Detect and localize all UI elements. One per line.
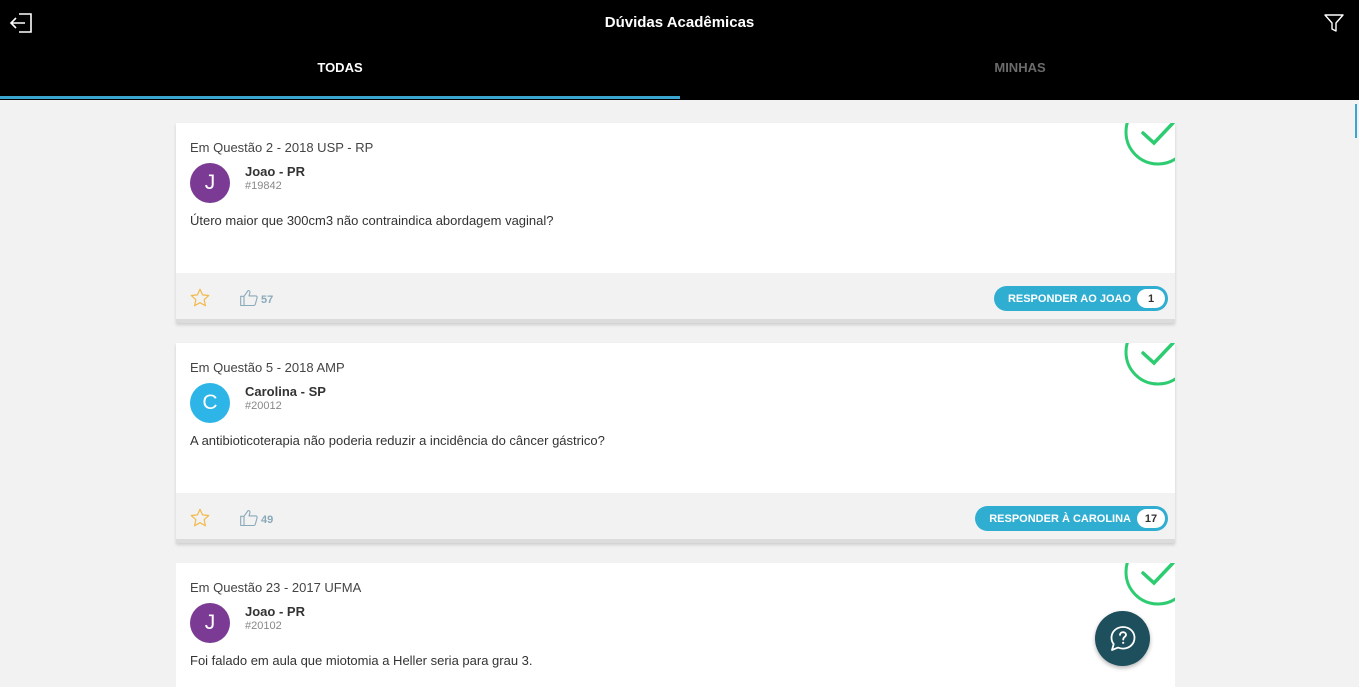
question-bubble-icon	[1110, 625, 1135, 651]
check-icon	[1124, 563, 1175, 606]
scrollbar[interactable]	[1355, 104, 1357, 138]
question-card: Em Questão 23 - 2017 UFMA J Joao - PR #2…	[176, 563, 1175, 687]
question-source[interactable]: Em Questão 5 - 2018 AMP	[190, 360, 345, 375]
question-card: Em Questão 2 - 2018 USP - RP J Joao - PR…	[176, 123, 1175, 323]
star-icon[interactable]	[189, 507, 211, 529]
card-footer: 49 RESPONDER À CAROLINA 17	[176, 493, 1175, 543]
tab-todas[interactable]: TODAS	[0, 60, 680, 75]
tab-minhas[interactable]: MINHAS	[680, 60, 1359, 75]
question-text[interactable]: A antibioticoterapia não poderia reduzir…	[190, 433, 605, 448]
filter-icon[interactable]	[1321, 10, 1347, 36]
reply-label: RESPONDER À CAROLINA	[989, 512, 1131, 525]
like-count: 57	[261, 294, 274, 306]
question-source[interactable]: Em Questão 23 - 2017 UFMA	[190, 580, 361, 595]
thumbs-up-icon	[240, 289, 258, 307]
like-button[interactable]: 57	[239, 286, 273, 310]
question-text[interactable]: Útero maior que 300cm3 não contraindica …	[190, 213, 554, 228]
active-tab-indicator	[0, 96, 680, 99]
post-id: #19842	[245, 180, 282, 192]
thumbs-up-icon	[240, 509, 258, 527]
question-source[interactable]: Em Questão 2 - 2018 USP - RP	[190, 140, 373, 155]
help-chat-button[interactable]	[1095, 611, 1150, 666]
star-icon[interactable]	[189, 287, 211, 309]
card-footer: 57 RESPONDER AO JOAO 1	[176, 273, 1175, 323]
app-header: Dúvidas Acadêmicas TODAS MINHAS	[0, 0, 1359, 100]
author-name: Joao - PR	[245, 164, 305, 179]
question-card: Em Questão 5 - 2018 AMP C Carolina - SP …	[176, 343, 1175, 543]
like-button[interactable]: 49	[239, 506, 273, 530]
check-icon	[1124, 123, 1175, 166]
like-count: 49	[261, 514, 274, 526]
reply-button[interactable]: RESPONDER À CAROLINA 17	[975, 506, 1168, 531]
post-id: #20102	[245, 620, 282, 632]
reply-count: 1	[1137, 289, 1165, 308]
reply-button[interactable]: RESPONDER AO JOAO 1	[993, 286, 1168, 311]
question-text[interactable]: Foi falado em aula que miotomia a Heller…	[190, 653, 533, 668]
avatar: J	[190, 603, 230, 643]
avatar: J	[190, 163, 230, 203]
reply-label: RESPONDER AO JOAO	[1007, 292, 1131, 305]
author-name: Joao - PR	[245, 604, 305, 619]
reply-count: 17	[1137, 509, 1165, 528]
page-title: Dúvidas Acadêmicas	[604, 14, 755, 31]
post-id: #20012	[245, 400, 282, 412]
avatar: C	[190, 383, 230, 423]
check-icon	[1124, 343, 1175, 386]
author-name: Carolina - SP	[245, 384, 326, 399]
